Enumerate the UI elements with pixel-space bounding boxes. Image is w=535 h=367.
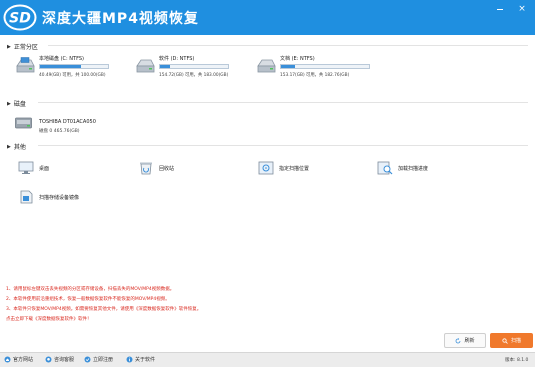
desktop-icon: [18, 161, 34, 174]
drive-e-size: 153.17(GB) 可用，共 182.76(GB): [280, 73, 350, 78]
drive-e-usage-bar: [280, 64, 370, 69]
section-others-label: 其他: [13, 144, 26, 151]
minimize-button[interactable]: [495, 4, 505, 14]
scan-location-icon: [258, 161, 274, 175]
other-item-scan-location-label: 指定扫描位置: [279, 166, 310, 172]
drive-e-usage-fill: [281, 65, 296, 68]
other-item-desktop[interactable]: 桌面: [18, 161, 108, 177]
hard-drive-icon: [257, 59, 276, 73]
hard-drive-icon: [16, 57, 35, 73]
register-icon: [84, 356, 91, 363]
main-panel: ▶ 正常分区 本地磁盘 (C: NTFS) 40.49(GB) 可用，共 100…: [0, 35, 535, 282]
disk-image-icon: [20, 190, 33, 204]
refresh-button[interactable]: 刷新: [444, 333, 486, 348]
drive-c-size: 40.49(GB) 可用，共 100.00(GB): [39, 73, 106, 78]
drive-d-name: 软件 (D: NTFS): [159, 56, 195, 62]
hard-drive-icon: [136, 59, 155, 73]
other-item-load-progress-label: 加载扫描进度: [398, 166, 429, 172]
section-disks[interactable]: ▶ 磁盘: [7, 99, 26, 109]
other-item-recycle-bin-label: 回收站: [159, 166, 175, 172]
drive-e[interactable]: 文档 (E: NTFS) 153.17(GB) 可用，共 182.76(GB): [256, 55, 381, 81]
collapse-triangle-icon: ▶: [7, 143, 11, 150]
about-link[interactable]: 关于软件: [126, 356, 155, 363]
section-divider: [38, 102, 528, 103]
section-others[interactable]: ▶ 其他: [7, 142, 26, 152]
scan-button-label: 扫描: [510, 338, 521, 344]
note-3: 3、本软件只恢复MOV/MP4视频。如需要恢复其他文件，请使用《深度数据恢复软件…: [6, 307, 202, 312]
disk-info: 磁盘 0 465.76(GB): [39, 129, 80, 134]
section-disks-label: 磁盘: [13, 101, 26, 108]
note-download-link[interactable]: 点击立即下载《深度数据恢复软件》软件！: [6, 316, 92, 322]
other-item-desktop-label: 桌面: [39, 166, 50, 172]
other-item-disk-image[interactable]: 扫描存储设备镜像: [18, 190, 128, 206]
drive-d[interactable]: 软件 (D: NTFS) 154.72(GB) 可用，共 183.00(GB): [135, 55, 255, 81]
section-partitions-label: 正常分区: [13, 44, 38, 51]
refresh-button-label: 刷新: [464, 338, 475, 344]
drive-d-usage-fill: [160, 65, 171, 68]
collapse-triangle-icon: ▶: [7, 43, 11, 50]
app-title: 深度大疆MP4视频恢复: [42, 11, 199, 27]
drive-d-usage-bar: [159, 64, 229, 69]
app-logo: SD: [3, 4, 37, 31]
info-icon: [126, 356, 133, 363]
physical-disk-icon[interactable]: [15, 117, 32, 129]
other-item-scan-location[interactable]: 指定扫描位置: [258, 161, 358, 177]
official-site-label: 官方网站: [13, 357, 34, 363]
other-item-disk-image-label: 扫描存储设备镜像: [39, 195, 80, 201]
official-site-link[interactable]: 官方网站: [4, 356, 33, 363]
other-item-load-progress[interactable]: 加载扫描进度: [377, 161, 477, 177]
support-link[interactable]: 咨询客服: [45, 356, 74, 363]
note-1: 1、请用鼠标左键双击丢失视频的分区或存储设备，扫描丢失的MOV/MP4视频数据。: [6, 287, 175, 292]
other-item-recycle-bin[interactable]: 回收站: [138, 161, 228, 177]
scan-button[interactable]: 扫描: [490, 333, 533, 348]
section-divider: [48, 45, 528, 46]
search-icon: [502, 337, 508, 344]
note-2: 2、本软件使用前沿重组技术，恢复一般数据恢复软件不能恢复的MOV/MP4视频。: [6, 297, 170, 302]
drive-c[interactable]: 本地磁盘 (C: NTFS) 40.49(GB) 可用，共 100.00(GB): [15, 55, 135, 81]
close-button[interactable]: ×: [517, 4, 527, 14]
section-partitions[interactable]: ▶ 正常分区: [7, 42, 38, 52]
register-label: 立即注册: [93, 357, 114, 363]
disk-name[interactable]: TOSHIBA DT01ACA050: [39, 119, 96, 125]
notes-panel: 1、请用鼠标左键双击丢失视频的分区或存储设备，扫描丢失的MOV/MP4视频数据。…: [0, 282, 535, 326]
drive-c-name: 本地磁盘 (C: NTFS): [39, 56, 85, 62]
chat-icon: [45, 356, 52, 363]
drive-d-size: 154.72(GB) 可用，共 183.00(GB): [159, 73, 229, 78]
support-label: 咨询客服: [54, 357, 75, 363]
section-divider: [38, 145, 528, 146]
drive-c-usage-bar: [39, 64, 109, 69]
refresh-icon: [456, 337, 461, 343]
collapse-triangle-icon: ▶: [7, 100, 11, 107]
drive-e-name: 文档 (E: NTFS): [280, 56, 315, 62]
about-label: 关于软件: [135, 357, 156, 363]
home-icon: [4, 356, 11, 363]
version-label: 版本: 8.1.0: [505, 358, 529, 363]
logo-text: SD: [9, 11, 31, 27]
register-link[interactable]: 立即注册: [84, 356, 113, 363]
title-bar: SD 深度大疆MP4视频恢复 ×: [0, 0, 535, 35]
recycle-bin-icon: [140, 162, 152, 175]
load-progress-icon: [377, 161, 393, 175]
drive-c-usage-fill: [40, 65, 81, 68]
status-bar: 官方网站 咨询客服 立即注册 关于软件 版本: 8.1.0: [0, 352, 535, 367]
